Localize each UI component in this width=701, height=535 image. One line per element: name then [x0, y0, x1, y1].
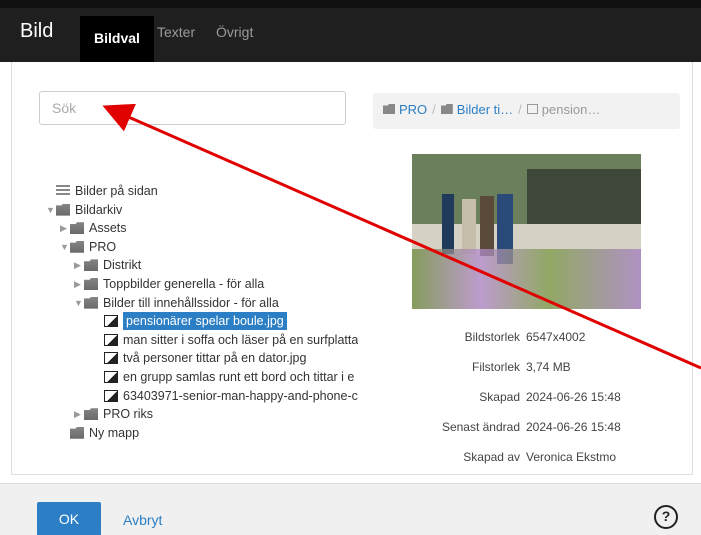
tree-item[interactable]: en grupp samlas runt ett bord och tittar… [94, 368, 354, 386]
tree-item[interactable]: ▼ Bildarkiv [46, 201, 122, 219]
folder-icon [84, 278, 98, 290]
search-input[interactable] [39, 91, 346, 125]
tree-item-label: Ny mapp [89, 425, 140, 440]
detail-value: 2024-06-26 15:48 [526, 390, 621, 404]
chevron-right-icon[interactable]: ▶ [60, 219, 70, 237]
detail-row: Senast ändrad 2024-06-26 15:48 [373, 417, 680, 437]
detail-key: Filstorlek [471, 360, 520, 374]
tab-texter[interactable]: Texter [157, 24, 195, 40]
tab-ovrigt[interactable]: Övrigt [216, 24, 253, 40]
detail-key: Skapad av [463, 450, 520, 464]
tree-item[interactable]: ▶ Assets [60, 219, 127, 237]
tree-item-label: PRO riks [103, 407, 153, 422]
help-icon[interactable]: ? [654, 505, 678, 529]
detail-value: 6547x4002 [526, 330, 586, 344]
tree-item[interactable]: ▶ Toppbilder generella - för alla [74, 275, 264, 293]
chevron-right-icon[interactable]: ▶ [74, 256, 84, 274]
breadcrumb-separator: / [518, 102, 522, 117]
tree-item-label: PRO [89, 239, 117, 254]
stack-icon [56, 185, 70, 197]
folder-icon [70, 426, 84, 439]
tree-item[interactable]: man sitter i soffa och läser på en surfp… [94, 331, 358, 349]
tree-item[interactable]: ▼ PRO [60, 238, 116, 256]
folder-icon [440, 104, 453, 114]
tree-item-label: man sitter i soffa och läser på en surfp… [123, 332, 358, 347]
tree-item[interactable]: pensionärer spelar boule.jpg [94, 312, 287, 331]
chevron-down-icon[interactable]: ▼ [46, 201, 56, 219]
tree-item-label: två personer tittar på en dator.jpg [123, 351, 307, 366]
breadcrumb-separator: / [432, 102, 436, 117]
folder-icon [70, 240, 84, 253]
tree-item[interactable]: ▶ Distrikt [74, 256, 141, 274]
dialog-footer: OK Avbryt ? [0, 483, 701, 535]
tree-item-label: Toppbilder generella - för alla [103, 277, 265, 291]
detail-value: Veronica Ekstmo [526, 450, 617, 464]
breadcrumb-item[interactable]: Bilder ti… [457, 102, 513, 117]
folder-icon [70, 222, 84, 235]
image-icon [104, 389, 118, 402]
detail-row: Filstorlek 3,74 MB [373, 357, 680, 377]
tree-item-label: pensionärer spelar boule.jpg [123, 312, 287, 331]
dialog-body: Bilder på sidan ▼ Bildarkiv ▶ Assets ▼ PRO ▶ Dis… [11, 62, 693, 475]
image-icon [104, 315, 118, 328]
breadcrumb-item[interactable]: PRO [399, 102, 427, 117]
detail-value: 2024-06-26 15:48 [526, 420, 621, 434]
image-icon [104, 333, 118, 346]
image-icon [104, 352, 118, 365]
detail-row: Bildstorlek 6547x4002 [373, 327, 680, 347]
image-icon [104, 371, 118, 383]
folder-icon [56, 203, 70, 216]
image-tree: Bilder på sidan ▼ Bildarkiv ▶ Assets ▼ PRO ▶ Dis… [46, 182, 358, 462]
tree-item-label: Bilder till innehållssidor - för alla [103, 295, 279, 310]
dialog-title: Bild [20, 20, 54, 42]
chevron-right-icon[interactable]: ▶ [74, 405, 84, 423]
detail-key: Skapad [479, 390, 520, 404]
chevron-right-icon[interactable]: ▶ [74, 275, 84, 293]
detail-value: 3,74 MB [526, 360, 571, 374]
tab-bildval[interactable]: Bildval [80, 16, 154, 62]
ok-button[interactable]: OK [37, 502, 101, 535]
chevron-down-icon[interactable]: ▼ [74, 294, 84, 312]
detail-key: Bildstorlek [464, 330, 520, 344]
image-icon [526, 104, 538, 114]
detail-row: Skapad av Veronica Ekstmo [373, 447, 680, 467]
folder-icon [84, 296, 98, 309]
folder-icon [383, 104, 395, 114]
cancel-button[interactable]: Avbryt [123, 512, 162, 528]
tree-item-label: Assets [89, 221, 127, 236]
tree-item[interactable]: Ny mapp [60, 424, 139, 442]
detail-key: Senast ändrad [441, 420, 520, 434]
breadcrumb: PRO / Bilder ti… / pension… [373, 93, 680, 129]
folder-icon [84, 408, 98, 421]
tree-item[interactable]: Bilder på sidan [46, 182, 158, 200]
tree-item[interactable]: två personer tittar på en dator.jpg [94, 349, 306, 367]
tree-item[interactable]: ▼ Bilder till innehållssidor - för alla [74, 294, 279, 312]
tree-item[interactable]: 63403971-senior-man-happy-and-phone-c [94, 387, 358, 405]
tree-item-label: Bildarkiv [75, 202, 123, 217]
tree-item-label: Bilder på sidan [75, 184, 158, 198]
tree-item-label: Distrikt [103, 258, 142, 273]
dialog-header: Bild Bildval Texter Övrigt [0, 0, 701, 62]
folder-icon [84, 259, 98, 272]
tree-item[interactable]: ▶ PRO riks [74, 405, 153, 423]
chevron-down-icon[interactable]: ▼ [60, 238, 70, 256]
tree-item-label: 63403971-senior-man-happy-and-phone-c [123, 388, 358, 403]
breadcrumb-current: pension… [541, 102, 601, 117]
image-preview [412, 154, 641, 309]
tree-item-label: en grupp samlas runt ett bord och tittar… [123, 370, 355, 384]
detail-row: Skapad 2024-06-26 15:48 [373, 387, 680, 407]
